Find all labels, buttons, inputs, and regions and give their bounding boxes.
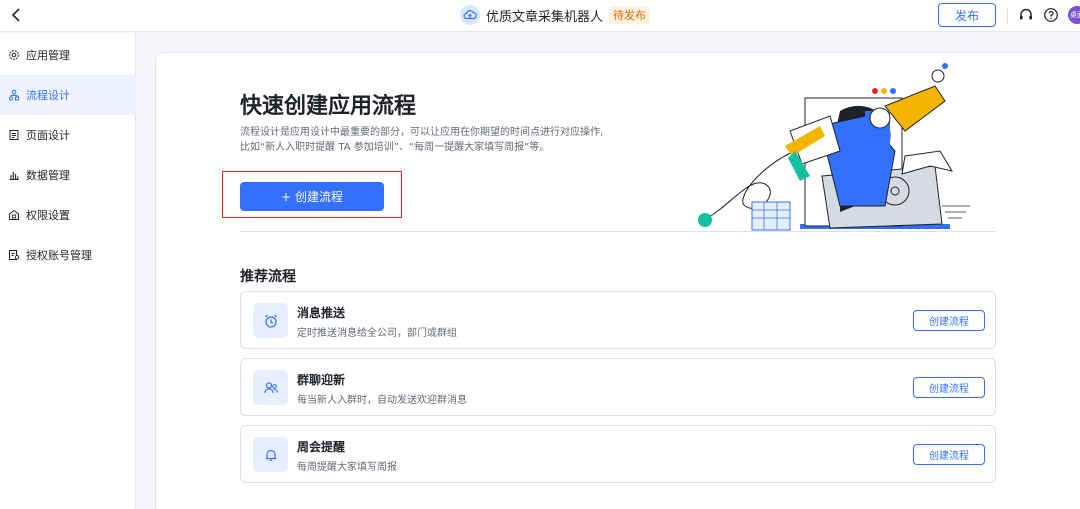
create-flow-button[interactable]: + 创建流程 — [240, 182, 384, 211]
hero-description: 流程设计是应用设计中最重要的部分，可以让应用在你期望的时间点进行对应操作, 比如… — [240, 125, 640, 155]
hero-description-line: 流程设计是应用设计中最重要的部分，可以让应用在你期望的时间点进行对应操作, — [240, 127, 604, 138]
recommended-flow-card-group-welcome: 群聊迎新 每当新人入群时，自动发送欢迎群消息 创建流程 — [240, 358, 996, 416]
flow-name: 消息推送 — [297, 306, 346, 320]
top-header: 优质文章采集机器人 待发布 发布 桌面 — [0, 0, 1080, 32]
recommended-flow-card-weekly-reminder: 周会提醒 每周提醒大家填写周报 创建流程 — [240, 425, 996, 483]
sidebar-item-authorized-accounts[interactable]: 授权账号管理 — [0, 235, 136, 275]
sidebar-item-label: 页面设计 — [26, 129, 70, 142]
create-flow-button-label: 创建流程 — [295, 190, 344, 204]
bell-icon — [253, 437, 288, 472]
avatar[interactable]: 桌面 — [1068, 6, 1080, 24]
flow-name: 群聊迎新 — [297, 373, 346, 387]
headset-icon[interactable] — [1018, 7, 1034, 23]
hero-description-line: 比如“新人入职时提醒 TA 参加培训”、“每周一提醒大家填写周报”等。 — [240, 142, 550, 153]
sidebar-item-flow-design[interactable]: 流程设计 — [0, 75, 136, 115]
publish-button[interactable]: 发布 — [938, 3, 996, 27]
back-arrow-icon[interactable] — [8, 6, 26, 24]
sidebar: 应用管理 流程设计 页面设计 数据管理 权限设置 授权账号管理 — [0, 33, 136, 509]
lock-icon — [9, 209, 19, 220]
page-icon — [9, 130, 19, 140]
create-flow-button[interactable]: 创建流程 — [913, 310, 985, 331]
account-icon — [9, 250, 20, 260]
header-divider — [1007, 8, 1008, 24]
hero-illustration — [698, 63, 970, 231]
flow-description: 每当新人入群时，自动发送欢迎群消息 — [297, 395, 467, 406]
chart-icon — [9, 172, 19, 181]
alarm-clock-icon — [253, 303, 288, 338]
gear-icon — [9, 50, 19, 60]
app-title: 优质文章采集机器人 — [486, 9, 604, 25]
cloud-icon — [460, 5, 480, 25]
sidebar-item-app-management[interactable]: 应用管理 — [0, 35, 136, 75]
group-users-icon — [253, 370, 288, 405]
sidebar-item-label: 权限设置 — [26, 209, 70, 222]
app-title-group: 优质文章采集机器人 待发布 — [460, 4, 651, 26]
recommended-flows-title: 推荐流程 — [240, 269, 296, 285]
flow-description: 定时推送消息给全公司，部门或群组 — [297, 328, 457, 339]
flow-name: 周会提醒 — [297, 440, 346, 454]
sidebar-item-data-management[interactable]: 数据管理 — [0, 155, 136, 195]
sidebar-item-label: 授权账号管理 — [26, 249, 92, 262]
sidebar-item-label: 数据管理 — [26, 169, 70, 182]
status-badge: 待发布 — [609, 6, 651, 24]
plus-icon: + — [280, 189, 292, 204]
create-flow-button[interactable]: 创建流程 — [913, 377, 985, 398]
flow-description: 每周提醒大家填写周报 — [297, 462, 397, 473]
page-title: 快速创建应用流程 — [240, 94, 417, 119]
help-icon[interactable] — [1043, 7, 1059, 23]
hero-divider — [240, 231, 996, 232]
sidebar-item-page-design[interactable]: 页面设计 — [0, 115, 136, 155]
flow-icon — [8, 89, 19, 101]
recommended-flow-card-message-push: 消息推送 定时推送消息给全公司，部门或群组 创建流程 — [240, 291, 996, 349]
sidebar-item-permissions[interactable]: 权限设置 — [0, 195, 136, 235]
create-flow-button[interactable]: 创建流程 — [913, 444, 985, 465]
sidebar-item-label: 流程设计 — [26, 89, 70, 102]
sidebar-item-label: 应用管理 — [26, 49, 70, 62]
